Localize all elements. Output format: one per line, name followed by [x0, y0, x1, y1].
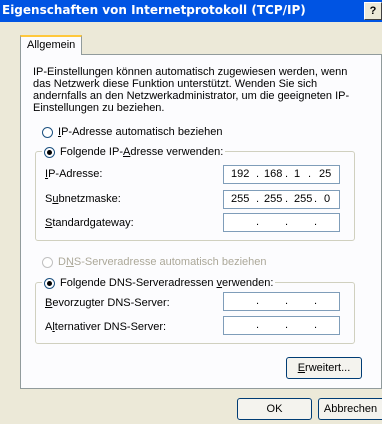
gateway-label: Standardgateway:: [45, 217, 134, 229]
radio-circle: [42, 256, 53, 268]
ip-manual-label: Folgende IP-Adresse verwenden:: [60, 146, 224, 158]
dns-manual-label: Folgende DNS-Serveradressen verwenden:: [60, 277, 274, 289]
ip-manual-radio[interactable]: Folgende IP-Adresse verwenden:: [42, 145, 226, 159]
radio-circle: [44, 146, 55, 158]
preferred-dns-label: Bevorzugter DNS-Server:: [45, 297, 170, 309]
ip-auto-radio[interactable]: IP-Adresse automatisch beziehen: [42, 125, 223, 139]
ip-address-label: IP-Adresse:: [45, 168, 103, 180]
cancel-button[interactable]: Abbrechen: [318, 398, 382, 420]
dns-manual-radio[interactable]: Folgende DNS-Serveradressen verwenden:: [42, 276, 276, 290]
gateway-field[interactable]: ...: [223, 213, 340, 232]
tab-label: Allgemein: [27, 39, 76, 51]
alternate-dns-label: Alternativer DNS-Server:: [45, 321, 167, 333]
help-button[interactable]: ?: [364, 2, 382, 20]
dns-auto-radio[interactable]: DNS-Serveradresse automatisch beziehen: [42, 255, 267, 269]
subnet-mask-label: Subnetzmaske:: [45, 193, 121, 205]
preferred-dns-field[interactable]: ...: [223, 292, 340, 311]
radio-circle: [44, 277, 55, 289]
advanced-button[interactable]: Erweitert...: [286, 357, 362, 379]
dns-auto-label: DNS-Serveradresse automatisch beziehen: [58, 256, 267, 268]
ok-button[interactable]: OK: [237, 398, 312, 420]
ip-auto-label: IP-Adresse automatisch beziehen: [58, 126, 223, 138]
window-title: Eigenschaften von Internetprotokoll (TCP…: [2, 3, 306, 17]
title-bar[interactable]: Eigenschaften von Internetprotokoll (TCP…: [0, 0, 382, 22]
alternate-dns-field[interactable]: ...: [223, 316, 340, 335]
ip-address-field[interactable]: 192. 168. 1. 25: [223, 165, 340, 184]
radio-circle: [42, 126, 53, 138]
intro-text: IP-Einstellungen können automatisch zuge…: [33, 66, 350, 114]
tab-allgemein[interactable]: Allgemein: [20, 35, 83, 55]
subnet-mask-field[interactable]: 255. 255. 255. 0: [223, 190, 340, 209]
